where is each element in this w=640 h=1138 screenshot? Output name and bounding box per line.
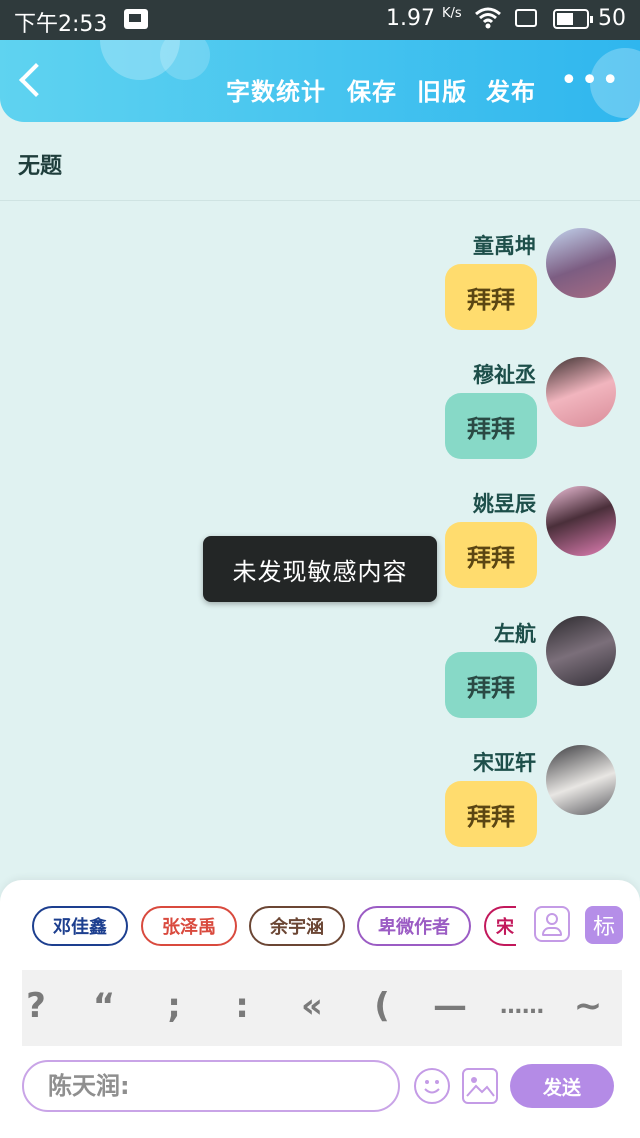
more-icon[interactable]: ••• (560, 66, 622, 96)
avatar[interactable] (546, 357, 616, 427)
battery-percent: 50 (598, 6, 626, 31)
punct-dash[interactable]: — (430, 986, 470, 1026)
message-sender: 宋亚轩 (473, 751, 536, 775)
message-bubble[interactable]: 拜拜 (445, 393, 537, 459)
image-icon[interactable] (462, 1068, 498, 1104)
message-bubble[interactable]: 拜拜 (445, 522, 537, 588)
word-count-button[interactable]: 字数统计 (226, 72, 326, 107)
punct-quote[interactable]: “ (84, 986, 124, 1026)
punct-book-title[interactable]: « (292, 986, 332, 1026)
punct-paren[interactable]: ( (362, 986, 402, 1026)
network-speed-unit: K/s (441, 6, 462, 21)
send-button[interactable]: 发送 (510, 1064, 614, 1108)
network-speed: 1.97 K/s (386, 6, 462, 31)
avatar[interactable] (546, 486, 616, 556)
emoji-icon[interactable] (414, 1068, 450, 1104)
message-sender: 姚昱辰 (473, 492, 536, 516)
publish-button[interactable]: 发布 (486, 72, 536, 107)
character-chip[interactable]: 邓佳鑫 (32, 906, 128, 946)
punct-colon[interactable]: : (222, 986, 262, 1026)
punctuation-bar: ? “ ; : « ( — …… ~ (22, 970, 622, 1046)
old-version-button[interactable]: 旧版 (417, 72, 467, 107)
contact-icon[interactable] (534, 906, 570, 942)
title-bar[interactable]: 无题 (0, 122, 640, 201)
story-title[interactable]: 无题 (18, 148, 62, 180)
tag-button[interactable]: 标 (585, 906, 623, 944)
screen-icon (515, 9, 537, 27)
message-bubble[interactable]: 拜拜 (445, 781, 537, 847)
decor-bubble (160, 40, 210, 80)
punct-tilde[interactable]: ~ (568, 986, 608, 1026)
message-bubble[interactable]: 拜拜 (445, 652, 537, 718)
punct-semicolon[interactable]: ; (154, 986, 194, 1026)
wifi-icon (474, 6, 502, 36)
status-bar: 下午2:53 1.97 K/s 50 (0, 0, 640, 40)
battery-icon (553, 9, 593, 29)
punct-question[interactable]: ? (16, 986, 56, 1026)
toast-message: 未发现敏感内容 (203, 536, 437, 602)
avatar[interactable] (546, 745, 616, 815)
message-bubble[interactable]: 拜拜 (445, 264, 537, 330)
message-input[interactable]: 陈天润: (22, 1060, 400, 1112)
notification-icon (124, 9, 148, 29)
character-chip[interactable]: 张泽禹 (141, 906, 237, 946)
back-icon[interactable] (19, 63, 53, 97)
avatar[interactable] (546, 616, 616, 686)
network-speed-value: 1.97 (386, 6, 435, 31)
message-sender: 穆祉丞 (473, 363, 536, 387)
save-button[interactable]: 保存 (347, 72, 397, 107)
character-chip[interactable]: 卑微作者 (357, 906, 471, 946)
punct-ellipsis[interactable]: …… (500, 994, 544, 1019)
character-chip[interactable]: 余宇涵 (249, 906, 345, 946)
app-header: 字数统计 保存 旧版 发布 ••• (0, 40, 640, 122)
avatar[interactable] (546, 228, 616, 298)
status-time: 下午2:53 (14, 12, 108, 37)
message-sender: 童禹坤 (473, 234, 536, 258)
message-sender: 左航 (494, 622, 536, 646)
character-chip[interactable]: 宋 (484, 906, 516, 946)
